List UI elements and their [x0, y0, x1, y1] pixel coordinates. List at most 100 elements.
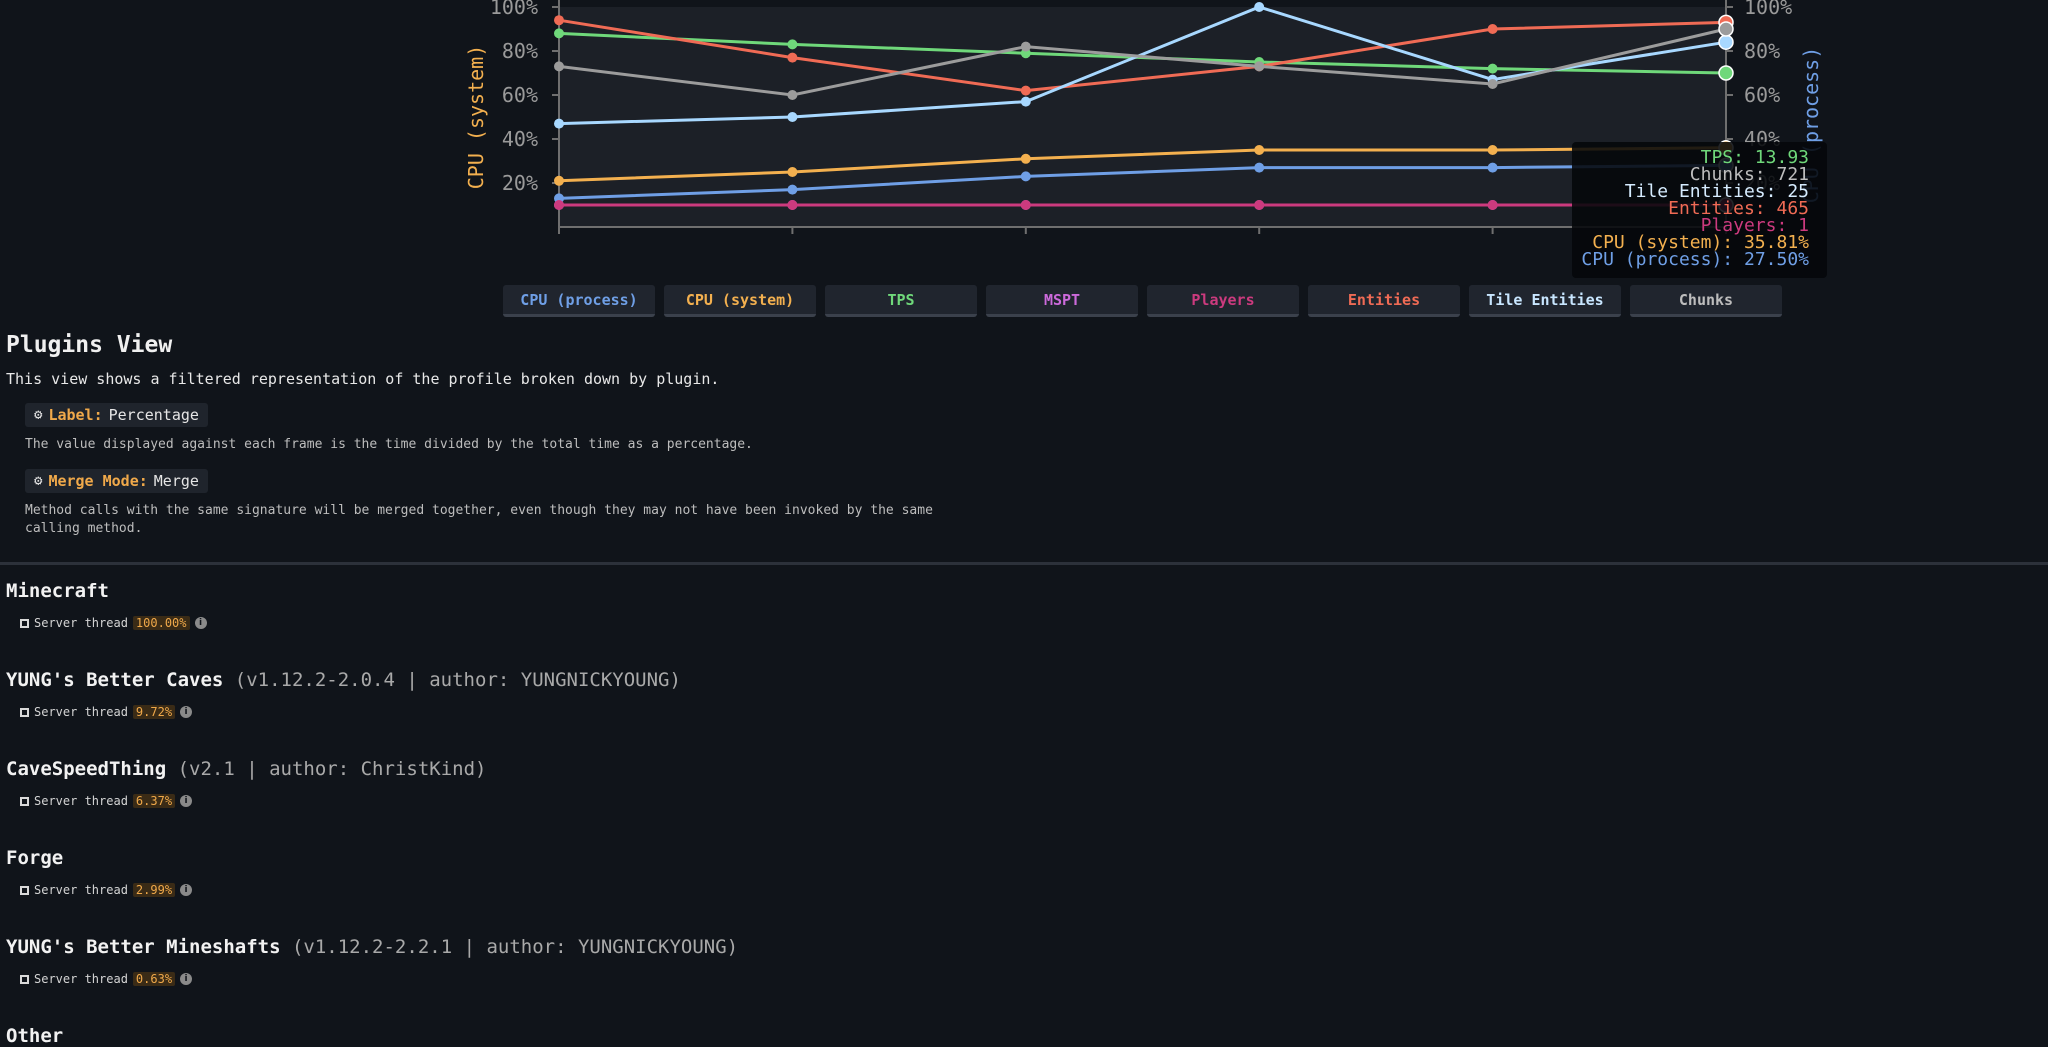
series-point [787, 200, 798, 210]
series-point [1718, 65, 1734, 81]
series-point [1020, 96, 1031, 107]
legend-toggle-button[interactable]: Tile Entities [1469, 285, 1621, 317]
plugin-entry: YUNG's Better Caves (v1.12.2-2.0.4 | aut… [6, 669, 681, 719]
thread-name: Server thread [34, 794, 128, 808]
metrics-chart: 20%20%40%40%60%60%80%80%100%100%-5m-4m-3… [0, 0, 2048, 278]
plugin-name: Forge [6, 847, 192, 869]
y-tick-right-label: 100% [1744, 0, 1792, 19]
thread-name: Server thread [34, 972, 128, 986]
plugin-name: Minecraft [6, 580, 207, 602]
legend-toggle-button[interactable]: Players [1147, 285, 1299, 317]
info-icon[interactable]: i [180, 973, 193, 985]
merge-mode-key: Merge Mode: [48, 472, 148, 490]
series-point [1487, 63, 1498, 74]
thread-name: Server thread [34, 616, 128, 630]
series-point [1020, 85, 1031, 96]
merge-mode-setting-button[interactable]: ⚙ Merge Mode: Merge [25, 469, 208, 493]
series-point [1254, 200, 1265, 210]
series-point [1487, 145, 1498, 155]
series-point [787, 52, 798, 63]
plugin-entry: Forge Server thread 2.99% i [6, 847, 193, 897]
plugin-meta: (v1.12.2-2.0.4 | author: YUNGNICKYOUNG) [223, 669, 681, 691]
plugin-entry: Other [6, 1025, 63, 1047]
plugin-entry: CaveSpeedThing (v2.1 | author: ChristKin… [6, 758, 486, 808]
series-point [554, 200, 564, 210]
info-icon[interactable]: i [180, 795, 193, 807]
thread-row[interactable]: Server thread 9.72% i [20, 705, 681, 719]
series-point [1487, 200, 1498, 210]
series-point [787, 90, 798, 100]
plugin-title: YUNG's Better Mineshafts [6, 936, 281, 958]
label-setting-description: The value displayed against each frame i… [25, 437, 753, 452]
legend-toggle-button[interactable]: CPU (process) [503, 285, 655, 317]
series-point [787, 167, 798, 177]
expand-node-icon[interactable] [20, 707, 29, 717]
label-setting-value: Percentage [108, 406, 199, 424]
merge-mode-value: Merge [153, 472, 199, 490]
series-point [1020, 171, 1031, 182]
series-point [1254, 61, 1265, 72]
plugin-entry: Minecraft Server thread 100.00% i [6, 580, 207, 630]
plugin-meta: (v2.1 | author: ChristKind) [166, 758, 487, 780]
legend-toggle-button[interactable]: Entities [1308, 285, 1460, 317]
legend-toggle-button[interactable]: TPS [825, 285, 977, 317]
expand-node-icon[interactable] [20, 885, 29, 895]
y-tick-right-label: 60% [1744, 83, 1780, 107]
plugin-name: Other [6, 1025, 63, 1047]
page-title: Plugins View [6, 332, 173, 358]
expand-node-icon[interactable] [20, 796, 29, 806]
tooltip-line: CPU (process): 27.50% [1581, 249, 1809, 270]
series-point [1718, 34, 1734, 50]
series-point [1020, 41, 1031, 52]
view-description: This view shows a filtered representatio… [6, 370, 720, 388]
info-icon[interactable]: i [180, 706, 193, 718]
plugin-title: YUNG's Better Caves [6, 669, 224, 691]
series-point [1487, 79, 1498, 89]
series-point [1254, 145, 1265, 155]
series-point [787, 112, 798, 122]
legend-toggle-button[interactable]: CPU (system) [664, 285, 816, 317]
thread-row[interactable]: Server thread 100.00% i [20, 616, 207, 630]
y-tick-left-label: 40% [502, 127, 538, 151]
label-setting-button[interactable]: ⚙ Label: Percentage [25, 403, 208, 427]
series-point [1254, 162, 1265, 173]
thread-name: Server thread [34, 705, 128, 719]
merge-mode-description: Method calls with the same signature wil… [25, 503, 933, 536]
series-point [554, 175, 564, 186]
info-icon[interactable]: i [180, 884, 193, 896]
series-point [787, 184, 798, 195]
plot-area [559, 7, 1726, 227]
plugin-title: Other [6, 1025, 64, 1047]
series-point [1020, 200, 1031, 210]
expand-node-icon[interactable] [20, 974, 29, 984]
plugin-title: CaveSpeedThing [6, 758, 167, 780]
section-divider [0, 562, 2048, 565]
series-point [1254, 2, 1265, 12]
series-point [554, 15, 564, 26]
series-point [1718, 21, 1734, 37]
y-axis-left-title: CPU (system) [464, 45, 488, 190]
series-legend: CPU (process) CPU (system) TPS MSPT Players E… [503, 285, 1782, 317]
thread-row[interactable]: Server thread 6.37% i [20, 794, 486, 808]
expand-node-icon[interactable] [20, 618, 29, 628]
info-icon[interactable]: i [194, 617, 207, 629]
percent-badge: 0.63% [132, 972, 176, 986]
y-tick-right-label: 80% [1744, 39, 1780, 63]
series-point [1487, 24, 1498, 34]
series-point [1020, 153, 1031, 164]
thread-row[interactable]: Server thread 0.63% i [20, 972, 738, 986]
plugin-entry: YUNG's Better Mineshafts (v1.12.2-2.2.1 … [6, 936, 738, 986]
thread-row[interactable]: Server thread 2.99% i [20, 883, 193, 897]
legend-toggle-button[interactable]: Chunks [1630, 285, 1782, 317]
percent-badge: 2.99% [132, 883, 176, 897]
y-tick-left-label: 100% [490, 0, 538, 19]
thread-name: Server thread [34, 883, 128, 897]
percent-badge: 6.37% [132, 794, 176, 808]
series-point [554, 28, 564, 39]
chart-tooltip: TPS: 13.93 Chunks: 721 Tile Entities: 25 En… [1572, 142, 1827, 278]
y-tick-left-label: 80% [502, 39, 538, 63]
legend-toggle-button[interactable]: MSPT [986, 285, 1138, 317]
plugin-title: Minecraft [6, 580, 109, 602]
plugin-name: CaveSpeedThing (v2.1 | author: ChristKin… [6, 758, 486, 780]
gears-icon: ⚙ [34, 407, 43, 423]
